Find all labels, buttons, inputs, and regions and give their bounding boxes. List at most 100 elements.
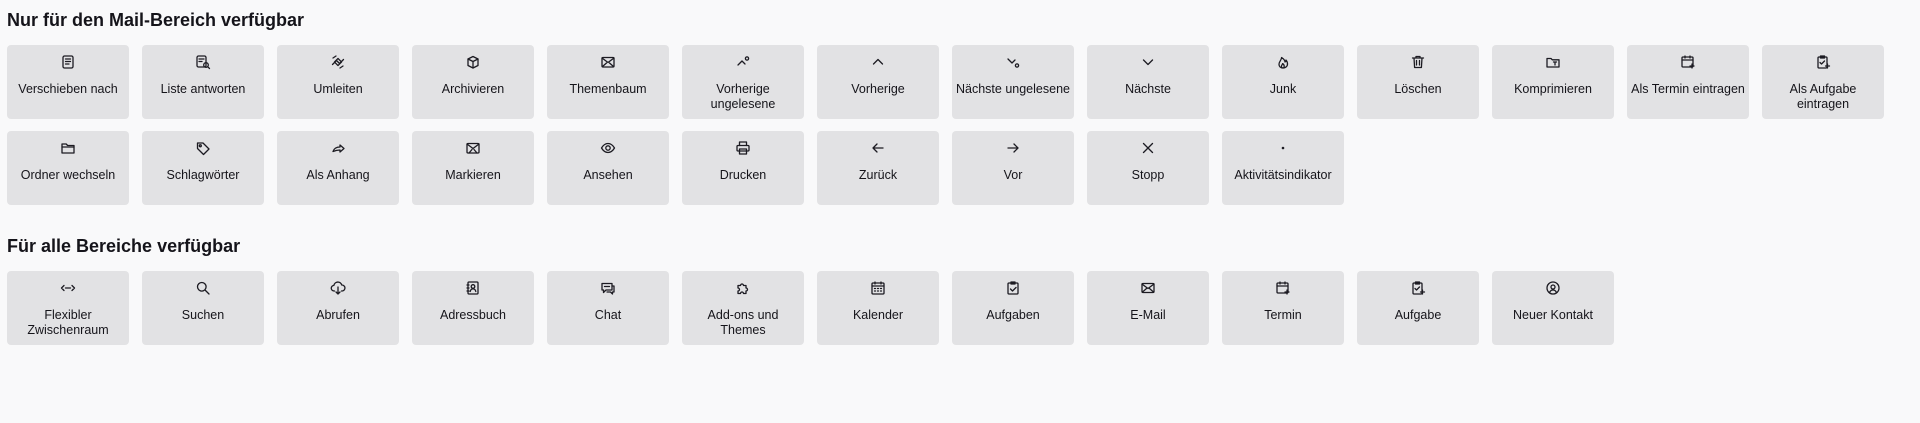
toolbar-item-forward-attachment[interactable]: Als Anhang [277,131,399,205]
toolbar-item-label: Chat [594,308,622,322]
customize-toolbar-page: Nur für den Mail-Bereich verfügbar Versc… [0,0,1920,423]
toolbar-item-reply-list[interactable]: Liste antworten [142,45,264,119]
toolbar-item-next-unread[interactable]: Nächste ungelesene [952,45,1074,119]
toolbar-item-label: Ansehen [583,168,633,182]
toolbar-item-label: Neuer Kontakt [1513,308,1593,322]
close-icon [1087,139,1209,157]
toolbar-item-eye[interactable]: Ansehen [547,131,669,205]
toolbar-item-task-add[interactable]: Als Aufgabe eintragen [1762,45,1884,119]
toolbar-item-label: Aufgabe [1394,308,1442,322]
toolbar-item-label: Junk [1269,82,1297,96]
toolbar-item-junk-flame[interactable]: Junk [1222,45,1344,119]
puzzle-icon [682,279,804,297]
toolbar-item-label: Termin [1264,308,1302,322]
toolbar-item-move-to[interactable]: Verschieben nach [7,45,129,119]
toolbar-item-label: Kalender [852,308,904,322]
printer-icon [682,139,804,157]
toolbar-item-label: Ordner wechseln [20,168,116,182]
envelope-icon [1087,279,1209,297]
toolbar-item-mark-mail[interactable]: Markieren [412,131,534,205]
toolbar-item-label: Flexibler Zwischenraum [27,308,109,337]
chevron-down-icon [1087,53,1209,71]
toolbar-item-tag[interactable]: Schlagwörter [142,131,264,205]
toolbar-item-label: Umleiten [313,82,363,96]
thread-tree-icon [547,53,669,71]
toolbar-item-label: Aktivitätsindikator [1234,168,1332,182]
toolbar-item-label: Verschieben nach [18,82,118,96]
toolbar-item-label: Archivieren [441,82,505,96]
arrow-right-icon [952,139,1074,157]
toolbar-item-task-plus[interactable]: Aufgabe [1357,271,1479,345]
toolbar-item-puzzle[interactable]: Add-ons und Themes [682,271,804,345]
toolbar-item-calendar-add[interactable]: Als Termin eintragen [1627,45,1749,119]
toolbar-item-redirect[interactable]: Umleiten [277,45,399,119]
flexible-space-icon [7,279,129,297]
toolbar-item-chevron-up[interactable]: Vorherige [817,45,939,119]
toolbar-item-label: Nächste [1125,82,1171,96]
all-tools-grid: Flexibler Zwischenraum Suchen Abrufen Adres… [7,271,1884,345]
toolbar-item-label: Als Termin eintragen [1631,82,1745,96]
eye-icon [547,139,669,157]
section-title-mail: Nur für den Mail-Bereich verfügbar [7,10,305,30]
toolbar-item-arrow-right[interactable]: Vor [952,131,1074,205]
toolbar-item-chat[interactable]: Chat [547,271,669,345]
toolbar-item-label: Als Anhang [306,168,370,182]
archive-icon [412,53,534,71]
arrow-left-icon [817,139,939,157]
toolbar-item-close[interactable]: Stopp [1087,131,1209,205]
toolbar-item-address-book[interactable]: Adressbuch [412,271,534,345]
toolbar-item-label: Adressbuch [439,308,506,322]
clipboard-check-icon [952,279,1074,297]
new-contact-icon [1492,279,1614,297]
toolbar-item-search[interactable]: Suchen [142,271,264,345]
toolbar-item-trash[interactable]: Löschen [1357,45,1479,119]
toolbar-item-label: Komprimieren [1514,82,1592,96]
toolbar-item-envelope[interactable]: E-Mail [1087,271,1209,345]
toolbar-item-clipboard-check[interactable]: Aufgaben [952,271,1074,345]
calendar-icon [817,279,939,297]
compact-folder-icon [1492,53,1614,71]
mark-mail-icon [412,139,534,157]
cloud-download-icon [277,279,399,297]
toolbar-item-label: Drucken [719,168,767,182]
toolbar-item-printer[interactable]: Drucken [682,131,804,205]
toolbar-item-label: Suchen [181,308,225,322]
mail-tools-grid: Verschieben nach Liste antworten Umleiten A… [7,45,1884,205]
chat-icon [547,279,669,297]
toolbar-item-chevron-down[interactable]: Nächste [1087,45,1209,119]
toolbar-item-label: Markieren [445,168,501,182]
toolbar-item-cloud-download[interactable]: Abrufen [277,271,399,345]
toolbar-item-compact-folder[interactable]: Komprimieren [1492,45,1614,119]
junk-flame-icon [1222,53,1344,71]
toolbar-item-label: Vor [1003,168,1023,182]
toolbar-item-arrow-left[interactable]: Zurück [817,131,939,205]
toolbar-item-label: Vorherige [851,82,905,96]
toolbar-item-calendar-plus[interactable]: Termin [1222,271,1344,345]
toolbar-item-activity-dot[interactable]: Aktivitätsindikator [1222,131,1344,205]
next-unread-icon [952,53,1074,71]
toolbar-item-label: Schlagwörter [166,168,240,182]
toolbar-item-previous-unread[interactable]: Vorherige ungelesene [682,45,804,119]
task-plus-icon [1357,279,1479,297]
toolbar-item-label: Löschen [1394,82,1442,96]
toolbar-item-archive[interactable]: Archivieren [412,45,534,119]
tag-icon [142,139,264,157]
toolbar-item-flexible-space[interactable]: Flexibler Zwischenraum [7,271,129,345]
toolbar-item-label: Vorherige ungelesene [710,82,776,111]
address-book-icon [412,279,534,297]
redirect-icon [277,53,399,71]
forward-attachment-icon [277,139,399,157]
task-add-icon [1762,53,1884,71]
previous-unread-icon [682,53,804,71]
move-to-icon [7,53,129,71]
search-icon [142,279,264,297]
calendar-add-icon [1627,53,1749,71]
calendar-plus-icon [1222,279,1344,297]
toolbar-item-thread-tree[interactable]: Themenbaum [547,45,669,119]
toolbar-item-label: Abrufen [316,308,360,322]
toolbar-item-new-contact[interactable]: Neuer Kontakt [1492,271,1614,345]
toolbar-item-calendar[interactable]: Kalender [817,271,939,345]
chevron-up-icon [817,53,939,71]
activity-dot-icon [1222,139,1344,157]
toolbar-item-folder[interactable]: Ordner wechseln [7,131,129,205]
